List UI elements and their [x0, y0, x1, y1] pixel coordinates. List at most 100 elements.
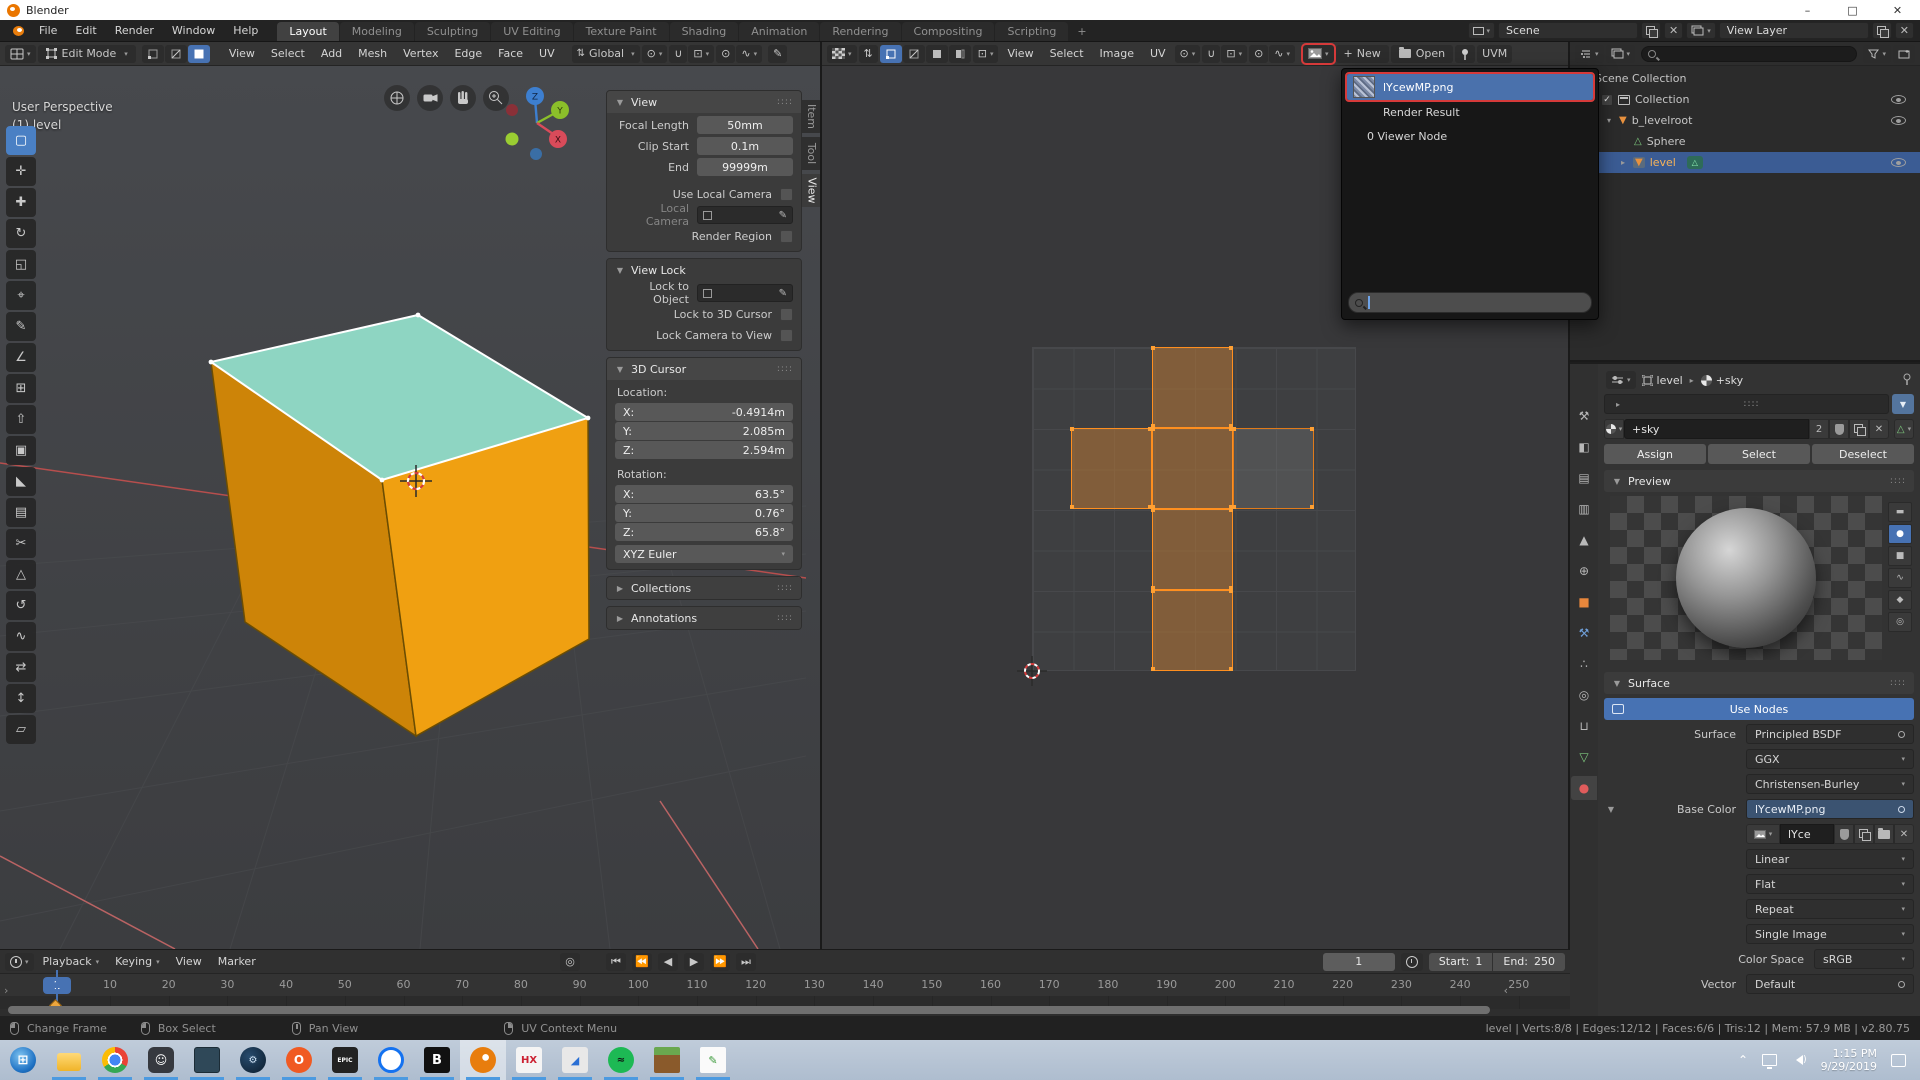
eyedropper-icon[interactable]: ✎ [779, 210, 787, 221]
gizmo-y-axis[interactable]: Y [556, 107, 563, 117]
local-camera-field[interactable]: ✎ [697, 206, 793, 224]
uv-snap-toggle-icon[interactable]: ∪ [1202, 45, 1220, 63]
v3d-menu-uv[interactable]: UV [532, 45, 562, 63]
properties-tab-view-layer[interactable]: ▥ [1571, 497, 1597, 521]
annotations-header[interactable]: ▶Annotations:::: [607, 607, 801, 629]
properties-tab-constraints[interactable]: ⊔ [1571, 714, 1597, 738]
uv-face-left[interactable] [1071, 428, 1152, 509]
tool-scale-icon[interactable]: ◱ [6, 250, 36, 279]
mode-selector[interactable]: Edit Mode▾ [38, 45, 136, 63]
snap-toggle-icon[interactable]: ∪ [669, 45, 687, 63]
subsurface-method-dropdown[interactable]: Christensen-Burley▾ [1746, 774, 1914, 794]
timeline-menu-marker[interactable]: Marker [211, 953, 263, 971]
navigation-gizmo[interactable]: Z Y X [506, 87, 570, 160]
uv-vertex-dot[interactable] [1310, 505, 1314, 509]
rotation-mode-dropdown[interactable]: XYZ Euler▾ [615, 545, 793, 563]
menu-window[interactable]: Window [163, 20, 224, 41]
taskbar-app-origin[interactable]: O [276, 1040, 322, 1080]
outliner-filter-dropdown[interactable]: ▾ [1863, 45, 1891, 63]
properties-tab-modifiers[interactable]: ⚒ [1571, 621, 1597, 645]
tool-inset-faces-icon[interactable]: ▣ [6, 436, 36, 465]
use-local-camera-checkbox[interactable] [780, 188, 793, 201]
uv-face-center[interactable] [1152, 428, 1233, 509]
lock-camera-checkbox[interactable] [780, 329, 793, 342]
source-dropdown[interactable]: Single Image▾ [1746, 924, 1914, 944]
v3d-menu-select[interactable]: Select [264, 45, 312, 63]
maximize-button[interactable]: □ [1830, 0, 1875, 20]
tool-cursor-icon[interactable]: ✛ [6, 157, 36, 186]
render-region-checkbox[interactable] [780, 230, 793, 243]
outliner-type-selector[interactable]: ▾ [1575, 45, 1604, 63]
outliner-search-input[interactable] [1641, 46, 1857, 62]
timeline-expand-arrow[interactable]: › [4, 984, 8, 997]
uv-vertex-dot[interactable] [1151, 667, 1155, 671]
cursor-location-z[interactable]: Z:2.594m [615, 441, 793, 459]
properties-tab-object[interactable]: ■ [1571, 590, 1597, 614]
material-specials-dropdown[interactable]: ▼ [1892, 394, 1914, 414]
outliner-display-mode-dropdown[interactable]: ▾ [1606, 45, 1636, 63]
uv-menu-image[interactable]: Image [1093, 45, 1141, 63]
image-open-folder-icon[interactable] [1874, 824, 1894, 844]
cursor-rotation-y[interactable]: Y:0.76° [615, 504, 793, 522]
workspace-tab-layout[interactable]: Layout [277, 22, 338, 41]
focal-length-field[interactable]: 50mm [697, 116, 793, 134]
view-layer-copy-icon[interactable] [1872, 22, 1892, 39]
uv-snap-settings-dropdown[interactable]: ⊡▾ [1221, 45, 1247, 63]
pin-id-icon[interactable] [1902, 373, 1912, 388]
hide-viewport-icon[interactable] [1891, 158, 1906, 167]
taskbar-app-app-dark[interactable] [184, 1040, 230, 1080]
taskbar-app-blender[interactable] [460, 1040, 506, 1080]
properties-tab-scene[interactable]: ▲ [1571, 528, 1597, 552]
uv-face-top[interactable] [1152, 347, 1233, 428]
uv-vertex-dot[interactable] [1151, 508, 1155, 512]
v3d-menu-edge[interactable]: Edge [447, 45, 489, 63]
uv-vertex-dot[interactable] [1151, 346, 1155, 350]
view-layer-name-field[interactable]: View Layer [1719, 22, 1869, 39]
gizmo-z-axis[interactable]: Z [532, 93, 538, 103]
timeline-collapse-arrow[interactable]: ‹ [1504, 984, 1508, 997]
uv-vertex-dot[interactable] [1229, 508, 1233, 512]
end-frame-field[interactable]: End:250 [1493, 953, 1565, 971]
lock-to-object-field[interactable]: ✎ [697, 284, 793, 302]
fake-user-shield-icon[interactable] [1829, 419, 1849, 439]
color-space-dropdown[interactable]: sRGB▾ [1814, 949, 1914, 969]
popup-search-input[interactable] [1348, 292, 1592, 313]
taskbar-app-minecraft[interactable] [644, 1040, 690, 1080]
tool-add-cube-icon[interactable]: ⊞ [6, 374, 36, 403]
cursor-location-x[interactable]: X:-0.4914m [615, 403, 793, 421]
timeline-menu-playback[interactable]: Playback▾ [36, 953, 107, 971]
uv-vertex-dot[interactable] [1070, 427, 1074, 431]
sticky-selection-dropdown[interactable]: ⊡▾ [973, 45, 999, 63]
uv-menu-view[interactable]: View [1000, 45, 1040, 63]
open-image-button[interactable]: Open [1391, 45, 1453, 63]
interpolation-dropdown[interactable]: Linear▾ [1746, 849, 1914, 869]
gizmo-z-negative[interactable] [530, 148, 542, 160]
workspace-tab-modeling[interactable]: Modeling [340, 22, 414, 41]
taskbar-app-start[interactable]: ⊞ [0, 1040, 46, 1080]
preview-cloth-icon[interactable]: ◆ [1888, 590, 1912, 610]
timeline-menu-keying[interactable]: Keying▾ [108, 953, 166, 971]
workspace-tab-compositing[interactable]: Compositing [902, 22, 995, 41]
workspace-tab-sculpting[interactable]: Sculpting [415, 22, 490, 41]
cursor-rotation-z[interactable]: Z:65.8° [615, 523, 793, 541]
use-nodes-button[interactable]: Use Nodes [1604, 698, 1914, 720]
proportional-editing-icon[interactable]: ⊙ [716, 45, 735, 63]
surface-shader-field[interactable]: Principled BSDF [1746, 724, 1914, 744]
properties-tab-tool[interactable]: ⚒ [1571, 404, 1597, 428]
add-workspace-button[interactable]: + [1069, 21, 1094, 40]
tool-poly-build-icon[interactable]: △ [6, 560, 36, 589]
assign-button[interactable]: Assign [1604, 444, 1706, 464]
minimize-button[interactable]: – [1785, 0, 1830, 20]
preview-world-icon[interactable]: ◎ [1888, 612, 1912, 632]
3d-viewport-canvas[interactable]: Z Y X User Perspective (1) level ▢✛✚↻◱⌖✎… [0, 66, 820, 949]
image-copy-icon[interactable] [1854, 824, 1874, 844]
outliner-row-collection[interactable]: ▾✓ Collection [1570, 89, 1920, 110]
view-layer-remove-icon[interactable]: ✕ [1895, 22, 1914, 39]
image-browse-dropdown-small[interactable]: ▾ [1746, 824, 1780, 844]
menu-render[interactable]: Render [106, 20, 163, 41]
tool-bevel-icon[interactable]: ◣ [6, 467, 36, 496]
play-icon[interactable]: ▶ [684, 953, 704, 971]
view-layer-browse-icon[interactable]: ▾ [1686, 22, 1716, 39]
preview-sphere-icon[interactable]: ● [1888, 524, 1912, 544]
v3d-menu-face[interactable]: Face [491, 45, 530, 63]
